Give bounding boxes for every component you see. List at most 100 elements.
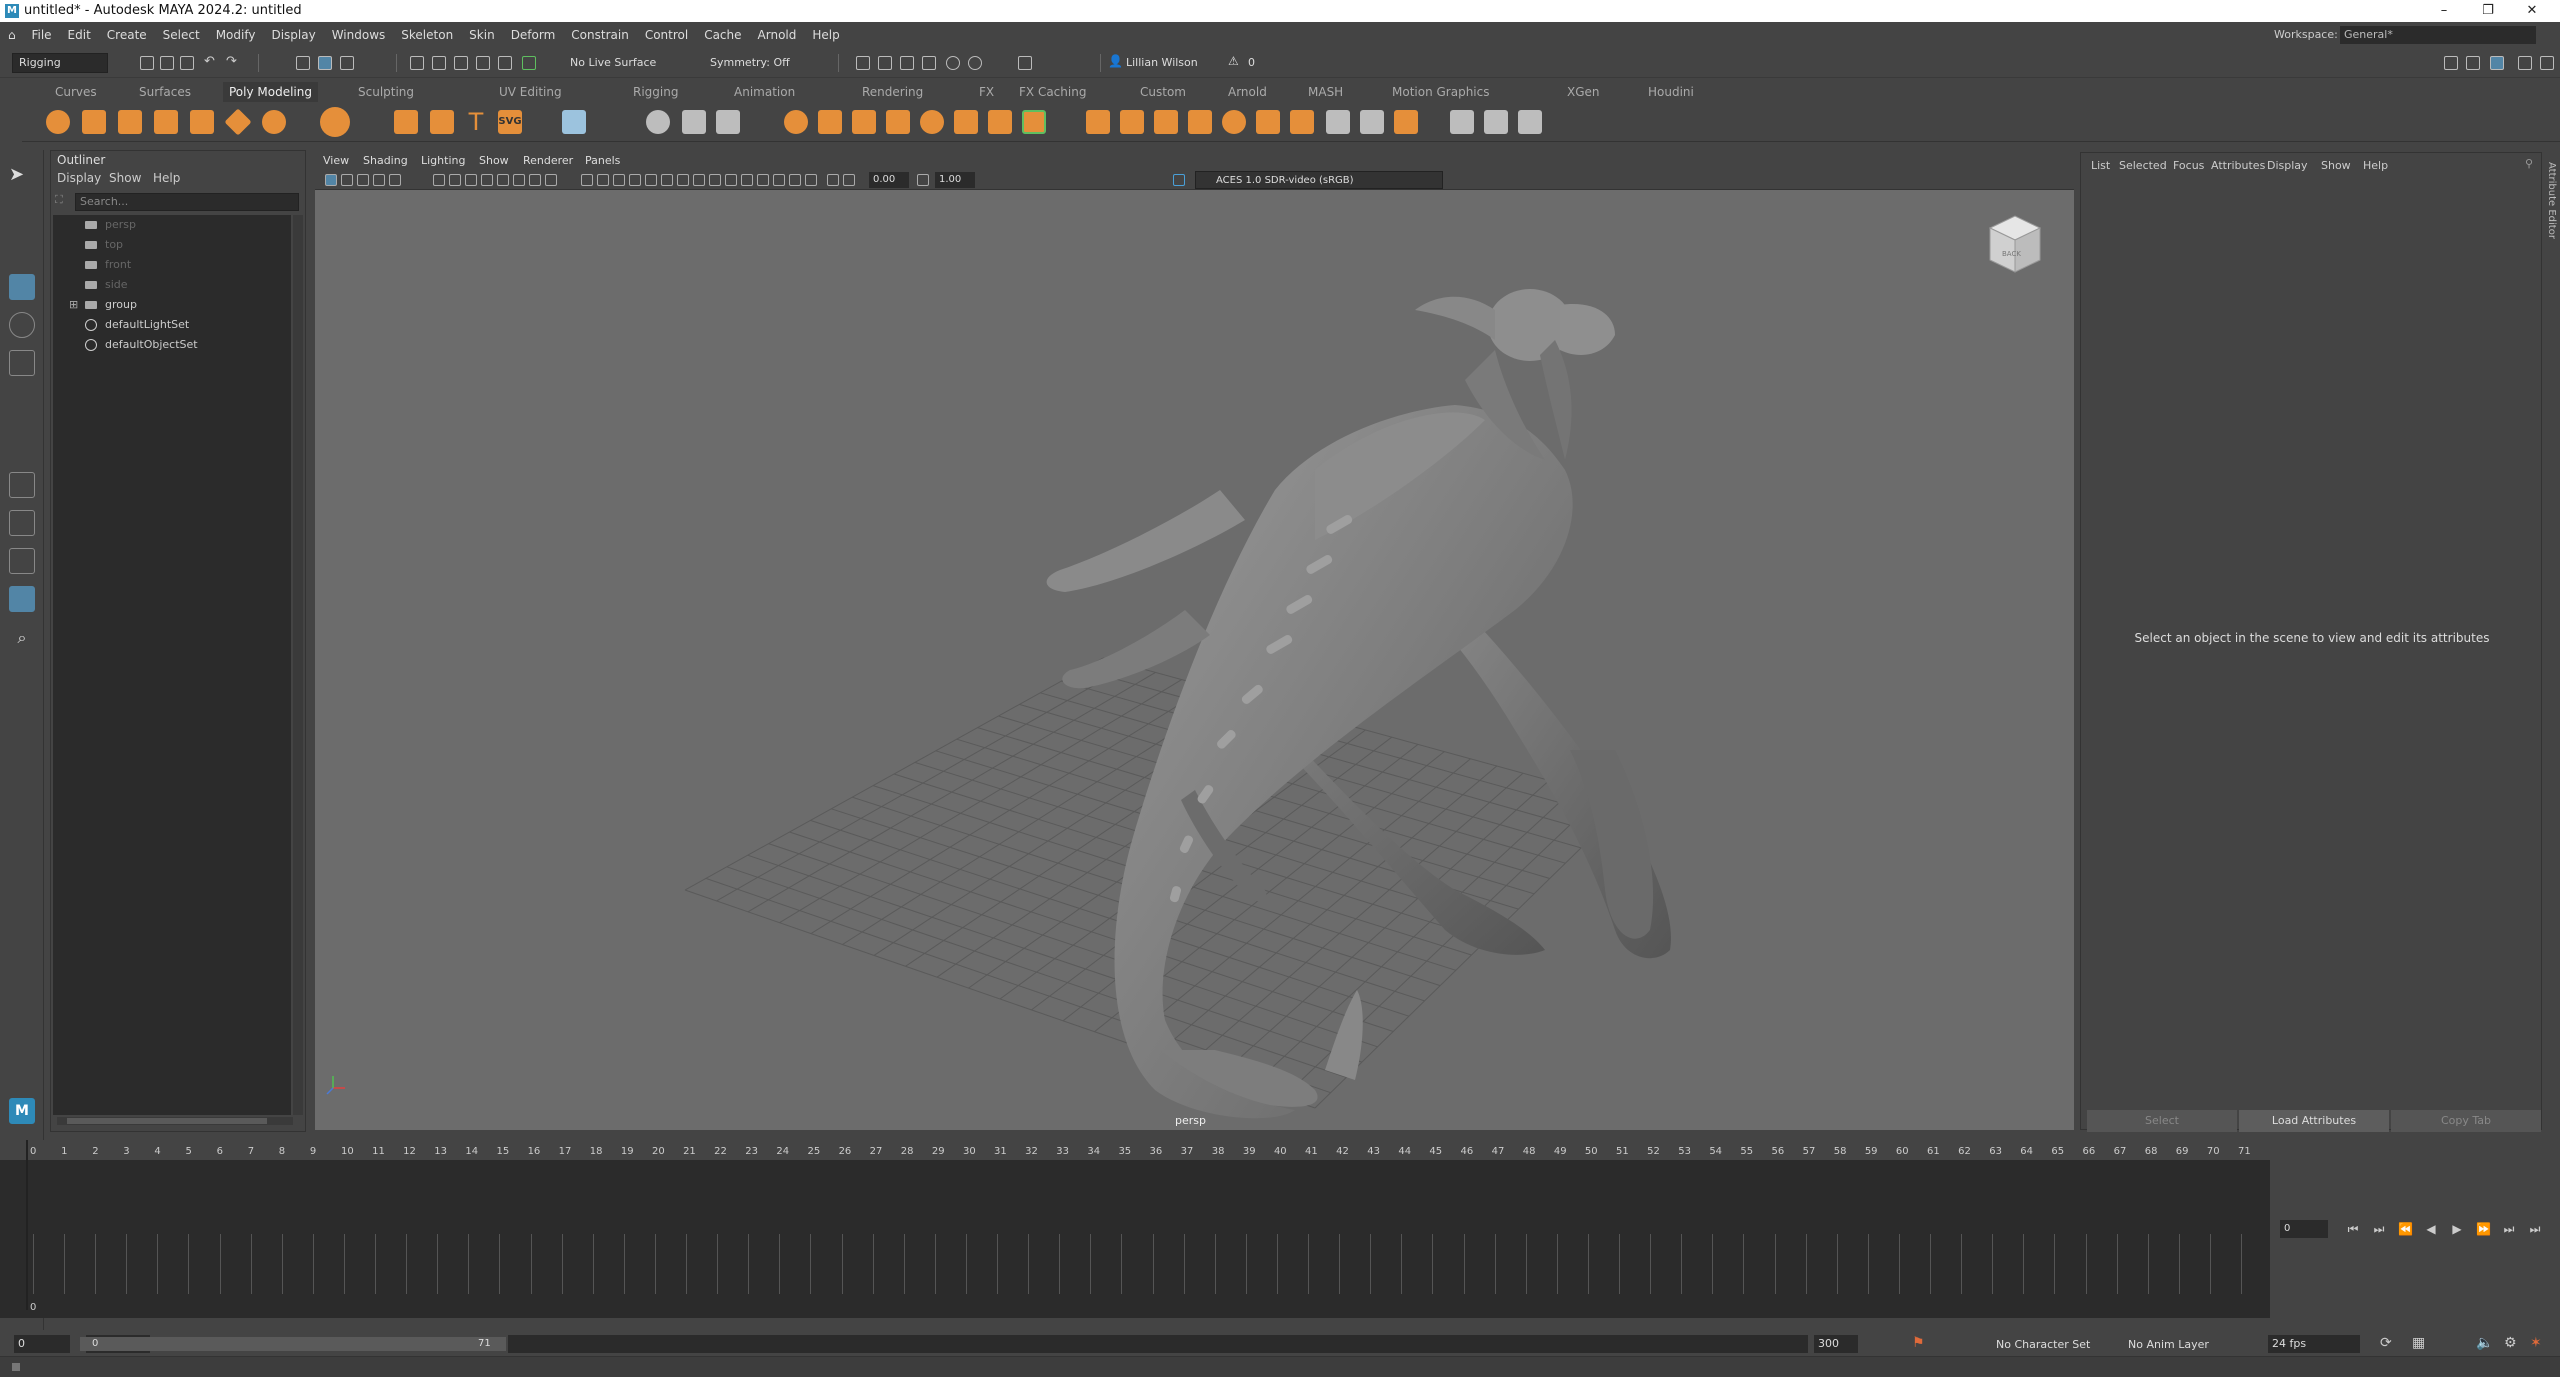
warning-icon[interactable]: ⚠ <box>1228 54 1239 68</box>
two-view-icon[interactable] <box>9 548 35 574</box>
shelf-tab-motion-graphics[interactable]: Motion Graphics <box>1392 82 1490 102</box>
shelf-tab-sculpting[interactable]: Sculpting <box>358 82 414 102</box>
boolean-difference-icon[interactable] <box>818 110 842 134</box>
shelf-tab-custom[interactable]: Custom <box>1140 82 1186 102</box>
attr-menu-show[interactable]: Show <box>2321 159 2351 172</box>
default-material-icon[interactable] <box>613 174 625 186</box>
type-tool-icon[interactable]: T <box>464 110 488 134</box>
boolean-union-icon[interactable] <box>784 110 808 134</box>
camera-attrs-icon[interactable] <box>357 174 369 186</box>
film-gate-icon[interactable] <box>449 174 461 186</box>
bevel-icon[interactable] <box>920 110 944 134</box>
shelf-tab-rendering[interactable]: Rendering <box>862 82 923 102</box>
select-button[interactable]: Select <box>2087 1110 2237 1132</box>
layout-panels-icon[interactable] <box>2490 56 2504 70</box>
grid-snap-icon[interactable] <box>562 110 586 134</box>
mirror-icon[interactable] <box>1086 110 1110 134</box>
backface-icon[interactable] <box>805 174 817 186</box>
poly-sphere-icon[interactable] <box>46 110 70 134</box>
range-slider[interactable]: 0 71 <box>80 1337 506 1351</box>
sound-icon[interactable]: 🔈 <box>2476 1335 2493 1351</box>
save-scene-icon[interactable] <box>180 56 194 70</box>
menu-constrain[interactable]: Constrain <box>563 22 637 48</box>
outliner-search-input[interactable]: Search... <box>75 193 299 211</box>
copy-tab-button[interactable]: Copy Tab <box>2391 1110 2541 1132</box>
filter-icon[interactable]: ⛶ <box>55 193 63 207</box>
gamma-icon[interactable] <box>917 174 929 186</box>
select-hierarchy-icon[interactable] <box>296 56 310 70</box>
shelf-tab-uv-editing[interactable]: UV Editing <box>499 82 562 102</box>
fps-select[interactable]: 24 fps <box>2268 1335 2360 1353</box>
outliner-item[interactable]: defaultObjectSet <box>53 335 291 355</box>
shelf-tab-xgen[interactable]: XGen <box>1567 82 1600 102</box>
select-object-icon[interactable] <box>318 56 332 70</box>
image-plane-icon[interactable] <box>389 174 401 186</box>
time-slider[interactable]: 0 1 2 3 4 5 6 7 8 9 10 11 12 13 14 15 16 17 18 19 20 21 22 23 24… <box>0 1140 2270 1318</box>
menu-skin[interactable]: Skin <box>461 22 503 48</box>
rotate-tool-icon[interactable] <box>9 312 35 338</box>
menu-create[interactable]: Create <box>99 22 155 48</box>
xray-icon[interactable] <box>757 174 769 186</box>
layout-attribute-icon[interactable] <box>2518 56 2532 70</box>
wireframe-on-shaded-icon[interactable] <box>629 174 641 186</box>
menu-display[interactable]: Display <box>263 22 323 48</box>
outliner-item[interactable]: defaultLightSet <box>53 315 291 335</box>
lock-camera-icon[interactable] <box>341 174 353 186</box>
step-back-frame-icon[interactable]: ⏪ <box>2398 1222 2413 1236</box>
extrude-icon[interactable] <box>852 110 876 134</box>
maya-home-icon[interactable]: M <box>9 1098 35 1124</box>
menu-arnold[interactable]: Arnold <box>750 22 805 48</box>
auto-key-icon[interactable]: ⚑ <box>1912 1335 1925 1351</box>
sweep-mesh-icon[interactable] <box>430 110 454 134</box>
snap-live-icon[interactable] <box>522 56 536 70</box>
minimize-button[interactable]: – <box>2424 0 2464 22</box>
outliner-menu-display[interactable]: Display <box>57 171 101 185</box>
shelf-tab-poly-modeling[interactable]: Poly Modeling <box>223 82 318 102</box>
live-surface-label[interactable]: No Live Surface <box>570 56 656 69</box>
poly-plane-icon[interactable] <box>224 108 252 136</box>
viewport-menu-view[interactable]: View <box>323 152 349 170</box>
layout-single-icon[interactable] <box>2444 56 2458 70</box>
menu-help[interactable]: Help <box>804 22 847 48</box>
menu-edit[interactable]: Edit <box>60 22 99 48</box>
attr-menu-list[interactable]: List <box>2091 159 2110 172</box>
pin-icon[interactable]: ⚲ <box>2525 157 2533 170</box>
view-cube[interactable]: BACK <box>1980 208 2050 278</box>
camera-exposure-icon[interactable] <box>843 174 855 186</box>
measure-icon[interactable] <box>1484 110 1508 134</box>
shelf-tab-surfaces[interactable]: Surfaces <box>139 82 191 102</box>
fill-hole-icon[interactable] <box>954 110 978 134</box>
anim-layer-select[interactable]: No Anim Layer <box>2128 1338 2209 1351</box>
arnold-render-icon[interactable] <box>968 56 982 70</box>
exposure-field[interactable]: 0.00 <box>869 172 909 188</box>
outliner-item[interactable]: persp <box>53 215 291 235</box>
xray-joints-icon[interactable] <box>773 174 785 186</box>
single-view-icon[interactable] <box>9 472 35 498</box>
play-backwards-icon[interactable]: ◀ <box>2424 1222 2438 1236</box>
animation-start-input[interactable]: 0 <box>14 1335 70 1353</box>
outliner-layout-icon[interactable] <box>9 586 35 612</box>
load-attributes-button[interactable]: Load Attributes <box>2239 1110 2389 1132</box>
viewport-panel[interactable]: View Shading Lighting Show Renderer Panels 0.… <box>315 152 2074 1130</box>
shelf-tab-fx-caching[interactable]: FX Caching <box>1019 82 1086 102</box>
render-view-icon[interactable] <box>856 56 870 70</box>
smooth-icon[interactable] <box>716 110 740 134</box>
menu-windows[interactable]: Windows <box>324 22 394 48</box>
attr-menu-focus[interactable]: Focus <box>2173 159 2204 172</box>
step-back-key-icon[interactable]: ⏭ <box>2372 1222 2386 1236</box>
go-to-start-icon[interactable]: ⏮ <box>2346 1222 2360 1236</box>
restore-button[interactable]: ❐ <box>2468 0 2508 22</box>
textured-icon[interactable] <box>645 174 657 186</box>
gamma-field[interactable]: 1.00 <box>935 172 975 188</box>
offset-loop-icon[interactable] <box>1188 110 1212 134</box>
snap-surface-icon[interactable] <box>498 56 512 70</box>
attr-menu-attributes[interactable]: Attributes <box>2211 159 2265 172</box>
merge-icon[interactable] <box>1120 110 1144 134</box>
connect-icon[interactable] <box>1256 110 1280 134</box>
outliner-scrollbar[interactable] <box>293 215 303 1115</box>
gate-mask-icon[interactable] <box>481 174 493 186</box>
render-settings-icon[interactable] <box>922 56 936 70</box>
distance-icon[interactable] <box>1518 110 1542 134</box>
safe-action-icon[interactable] <box>513 174 525 186</box>
poly-torus-icon[interactable] <box>190 110 214 134</box>
